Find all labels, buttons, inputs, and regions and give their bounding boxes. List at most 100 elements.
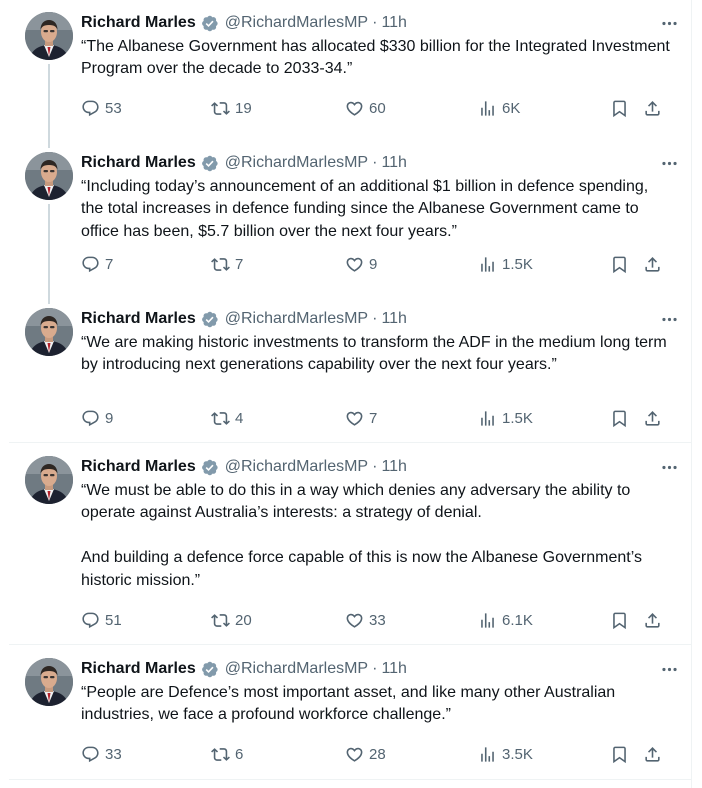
like-button[interactable]: 7 xyxy=(345,407,377,429)
tweet-actions: 33 6 28 3.5K xyxy=(81,743,671,765)
verified-badge-icon xyxy=(200,660,219,679)
share-upload-icon xyxy=(643,99,662,118)
verified-badge-icon xyxy=(200,154,219,173)
tweet-header: Richard Marles @RichardMarlesMP · 11h xyxy=(81,152,677,174)
retweet-button[interactable]: 20 xyxy=(211,609,252,631)
views-button[interactable]: 6K xyxy=(478,97,520,119)
views-bar-chart-icon xyxy=(478,611,497,630)
retweet-count: 7 xyxy=(235,255,244,273)
author-name[interactable]: Richard Marles xyxy=(81,309,196,329)
like-button[interactable]: 60 xyxy=(345,97,386,119)
author-name[interactable]: Richard Marles xyxy=(81,13,196,33)
reply-count: 33 xyxy=(105,745,122,763)
tweet[interactable]: Richard Marles @RichardMarlesMP · 11h “We ar… xyxy=(9,296,692,443)
views-button[interactable]: 1.5K xyxy=(478,407,533,429)
retweet-arrows-icon xyxy=(211,99,230,118)
tweet[interactable]: Richard Marles @RichardMarlesMP · 11h “The A… xyxy=(9,0,692,148)
share-button[interactable] xyxy=(643,609,662,631)
views-count: 1.5K xyxy=(502,409,533,427)
more-dots-icon[interactable] xyxy=(658,152,680,174)
avatar[interactable] xyxy=(25,658,73,706)
share-button[interactable] xyxy=(643,97,662,119)
separator-dot: · xyxy=(372,660,378,677)
like-button[interactable]: 9 xyxy=(345,253,377,275)
views-count: 3.5K xyxy=(502,745,533,763)
like-button[interactable]: 33 xyxy=(345,609,386,631)
avatar[interactable] xyxy=(25,456,73,504)
separator-dot: · xyxy=(372,154,378,171)
views-button[interactable]: 6.1K xyxy=(478,609,533,631)
author-handle[interactable]: @RichardMarlesMP xyxy=(225,457,368,477)
like-count: 28 xyxy=(369,745,386,763)
more-dots-icon[interactable] xyxy=(658,308,680,330)
reply-button[interactable]: 53 xyxy=(81,97,122,119)
timestamp[interactable]: 11h xyxy=(381,309,407,329)
like-count: 60 xyxy=(369,99,386,117)
reply-button[interactable]: 33 xyxy=(81,743,122,765)
views-button[interactable]: 1.5K xyxy=(478,253,533,275)
avatar[interactable] xyxy=(25,152,73,200)
verified-badge-icon xyxy=(200,14,219,33)
tweet-header: Richard Marles @RichardMarlesMP · 11h xyxy=(81,456,677,478)
more-dots-icon[interactable] xyxy=(658,456,680,478)
author-handle[interactable]: @RichardMarlesMP xyxy=(225,153,368,173)
tweet-header: Richard Marles @RichardMarlesMP · 11h xyxy=(81,658,677,680)
reply-button[interactable]: 7 xyxy=(81,253,113,275)
like-count: 7 xyxy=(369,409,378,427)
bookmark-icon xyxy=(610,745,629,764)
share-button[interactable] xyxy=(643,253,662,275)
bookmark-button[interactable] xyxy=(610,743,629,765)
tweet-text: “People are Defence’s most important ass… xyxy=(81,684,620,724)
retweet-button[interactable]: 19 xyxy=(211,97,252,119)
avatar[interactable] xyxy=(25,12,73,60)
tweet-text: “Including today’s announcement of an ad… xyxy=(81,178,653,240)
separator-dot: · xyxy=(372,14,378,31)
more-dots-icon[interactable] xyxy=(658,12,680,34)
views-button[interactable]: 3.5K xyxy=(478,743,533,765)
author-name[interactable]: Richard Marles xyxy=(81,153,196,173)
tweet-actions: 7 7 9 1.5K xyxy=(81,253,671,275)
tweet[interactable]: Richard Marles @RichardMarlesMP · 11h “Peopl… xyxy=(9,646,692,780)
share-button[interactable] xyxy=(643,407,662,429)
reply-button[interactable]: 9 xyxy=(81,407,113,429)
share-button[interactable] xyxy=(643,743,662,765)
retweet-button[interactable]: 4 xyxy=(211,407,243,429)
tweet-thread: Richard Marles @RichardMarlesMP · 11h “The A… xyxy=(9,0,692,788)
retweet-arrows-icon xyxy=(211,745,230,764)
avatar[interactable] xyxy=(25,308,73,356)
bookmark-button[interactable] xyxy=(610,97,629,119)
author-handle[interactable]: @RichardMarlesMP xyxy=(225,13,368,33)
heart-icon xyxy=(345,255,364,274)
author-name[interactable]: Richard Marles xyxy=(81,457,196,477)
retweet-button[interactable]: 6 xyxy=(211,743,243,765)
heart-icon xyxy=(345,99,364,118)
share-upload-icon xyxy=(643,611,662,630)
like-button[interactable]: 28 xyxy=(345,743,386,765)
retweet-arrows-icon xyxy=(211,611,230,630)
views-bar-chart-icon xyxy=(478,255,497,274)
tweet[interactable]: Richard Marles @RichardMarlesMP · 11h “Inclu… xyxy=(9,140,692,304)
retweet-count: 20 xyxy=(235,611,252,629)
retweet-button[interactable]: 7 xyxy=(211,253,243,275)
reply-bubble-icon xyxy=(81,99,100,118)
author-name[interactable]: Richard Marles xyxy=(81,659,196,679)
reply-button[interactable]: 51 xyxy=(81,609,122,631)
reply-count: 53 xyxy=(105,99,122,117)
timestamp[interactable]: 11h xyxy=(381,457,407,477)
author-handle[interactable]: @RichardMarlesMP xyxy=(225,659,368,679)
views-count: 6.1K xyxy=(502,611,533,629)
timestamp[interactable]: 11h xyxy=(381,659,407,679)
verified-badge-icon xyxy=(200,458,219,477)
tweet[interactable]: Richard Marles @RichardMarlesMP · 11h “We mu… xyxy=(9,444,692,645)
tweet-text: “The Albanese Government has allocated $… xyxy=(81,38,675,78)
bookmark-button[interactable] xyxy=(610,609,629,631)
timestamp[interactable]: 11h xyxy=(381,13,407,33)
bookmark-button[interactable] xyxy=(610,407,629,429)
timestamp[interactable]: 11h xyxy=(381,153,407,173)
bookmark-button[interactable] xyxy=(610,253,629,275)
author-handle[interactable]: @RichardMarlesMP xyxy=(225,309,368,329)
more-dots-icon[interactable] xyxy=(658,658,680,680)
reply-count: 7 xyxy=(105,255,114,273)
tweet-text: “We must be able to do this in a way whi… xyxy=(81,482,642,589)
tweet-text: “We are making historic investments to t… xyxy=(81,334,672,374)
